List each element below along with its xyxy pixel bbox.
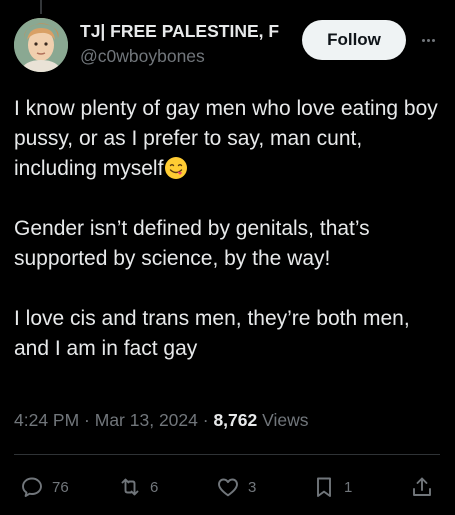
repost-button[interactable]: 6 xyxy=(118,470,158,504)
views-label: Views xyxy=(257,410,309,430)
like-button[interactable]: 3 xyxy=(216,470,256,504)
divider xyxy=(14,454,440,455)
post-text: I know plenty of gay men who love eating… xyxy=(14,94,442,364)
action-bar: 76 6 3 1 xyxy=(14,470,442,504)
post-header: TJ| FREE PALESTINE, F @c0wboybones Follo… xyxy=(14,18,444,74)
thread-connector-line xyxy=(40,0,42,14)
bookmark-count: 1 xyxy=(344,478,353,496)
like-icon xyxy=(218,478,238,497)
share-icon xyxy=(413,477,431,496)
like-count: 3 xyxy=(248,478,257,496)
bookmark-button[interactable]: 1 xyxy=(312,470,352,504)
reply-count: 76 xyxy=(52,478,69,496)
post-date[interactable]: Mar 13, 2024 xyxy=(95,410,198,430)
post-paragraph-1: I know plenty of gay men who love eating… xyxy=(14,94,442,184)
post-paragraph-2: Gender isn’t defined by genitals, that’s… xyxy=(14,217,370,270)
repost-icon xyxy=(121,478,139,496)
post-time[interactable]: 4:24 PM xyxy=(14,410,79,430)
views-count[interactable]: 8,762 xyxy=(213,410,257,430)
meta-separator: · xyxy=(197,410,214,430)
reply-icon xyxy=(22,477,42,497)
follow-button[interactable]: Follow xyxy=(302,20,406,60)
face-savoring-food-icon xyxy=(165,157,188,179)
post-meta: 4:24 PM · Mar 13, 2024 · 8,762 Views xyxy=(14,408,308,432)
avatar[interactable] xyxy=(14,18,68,72)
author-handle[interactable]: @c0wboybones xyxy=(80,45,290,67)
avatar-image xyxy=(14,18,68,72)
post-paragraph-1-text: I know plenty of gay men who love eating… xyxy=(14,97,438,180)
bookmark-icon xyxy=(317,477,331,497)
author-info: TJ| FREE PALESTINE, F @c0wboybones xyxy=(80,20,290,67)
repost-count: 6 xyxy=(150,478,159,496)
post-paragraph-3: I love cis and trans men, they’re both m… xyxy=(14,307,410,360)
author-display-name[interactable]: TJ| FREE PALESTINE, F xyxy=(80,20,290,42)
reply-button[interactable]: 76 xyxy=(20,470,69,504)
share-button[interactable] xyxy=(410,470,434,504)
meta-separator: · xyxy=(79,410,95,430)
more-icon[interactable] xyxy=(416,28,440,52)
